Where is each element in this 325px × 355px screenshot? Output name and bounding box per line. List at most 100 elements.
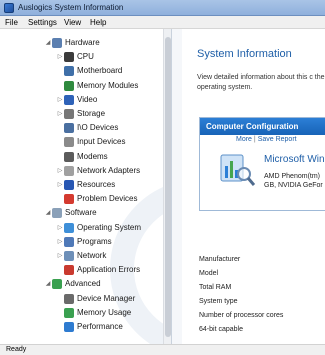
tree-item-operating-system[interactable]: ▷ Operating System (56, 221, 141, 235)
tree-item-label: Hardware (65, 38, 100, 47)
tree-item-label: Performance (77, 322, 123, 331)
main-panel: System Information View detailed informa… (171, 29, 325, 344)
page-title: System Information (197, 48, 292, 60)
title-bar: Auslogics System Information (0, 0, 325, 16)
property-label: Model (199, 270, 219, 277)
collapsed-arrow-icon[interactable]: ▷ (56, 107, 64, 121)
tree-item-label: Advanced (65, 279, 101, 289)
status-bar: Ready (0, 344, 325, 355)
tree-item-performance[interactable]: Performance (56, 320, 123, 334)
tree-item-advanced[interactable]: ◢ Advanced (44, 277, 101, 291)
tree-item-label: Problem Devices (77, 194, 138, 204)
io-devices-icon (64, 123, 74, 134)
tree-item-resources[interactable]: ▷ Resources (56, 178, 115, 192)
software-icon (52, 208, 62, 219)
expanded-arrow-icon[interactable]: ◢ (44, 36, 52, 50)
memory-usage-icon (64, 307, 74, 318)
collapsed-arrow-icon[interactable]: ▷ (56, 50, 64, 64)
cpu-icon (64, 52, 74, 63)
tree-item-label: Device Manager (77, 293, 136, 303)
save-report-link[interactable]: Save Report (258, 136, 297, 143)
tree-item-software[interactable]: ◢ Software (44, 206, 97, 220)
network-adapter-icon (64, 165, 74, 176)
card-header: Computer Configuration (200, 118, 325, 135)
collapsed-arrow-icon[interactable]: ▷ (56, 249, 64, 263)
property-label: Manufacturer (199, 256, 241, 263)
tree-item-label: Operating System (77, 222, 142, 232)
page-description: View detailed information about this c t… (197, 74, 325, 91)
system-icon (220, 154, 256, 186)
spec-line-1: AMD Phenom(tm) (264, 173, 321, 180)
tree-item-label: Network (77, 251, 107, 260)
tree-item-hardware[interactable]: ◢ Hardware (44, 36, 100, 50)
tree-item-label: I\O Devices (77, 123, 119, 133)
tree-item-problem-devices[interactable]: Problem Devices (56, 192, 137, 206)
tree-item-label: Memory Modules (77, 80, 139, 90)
tree-item-label: Video (77, 94, 98, 104)
collapsed-arrow-icon[interactable]: ▷ (56, 235, 64, 249)
tree-item-memory-usage[interactable]: Memory Usage (56, 306, 131, 320)
collapsed-arrow-icon[interactable]: ▷ (56, 93, 64, 107)
tree-item-application-errors[interactable]: Application Errors (56, 263, 140, 277)
tree-item-cpu[interactable]: ▷ CPU (56, 50, 94, 64)
tree-item-device-manager[interactable]: Device Manager (56, 292, 135, 306)
tree-item-i-o-devices[interactable]: I\O Devices (56, 121, 118, 135)
advanced-icon (52, 279, 62, 290)
menu-help[interactable]: Help (90, 18, 106, 27)
app-icon (4, 3, 14, 13)
performance-icon (64, 322, 74, 332)
window-title: Auslogics System Information (18, 3, 124, 12)
tree-item-programs[interactable]: ▷ Programs (56, 235, 112, 249)
tree-item-storage[interactable]: ▷ Storage (56, 107, 105, 121)
tree-item-label: Application Errors (77, 265, 141, 275)
device-manager-icon (64, 293, 74, 304)
tree-item-label: Memory Usage (77, 307, 132, 317)
tree-item-video[interactable]: ▷ Video (56, 93, 97, 107)
tree-item-label: Motherboard (77, 66, 123, 76)
content-edge (172, 29, 182, 344)
modem-icon (64, 151, 74, 162)
tree-item-label: Storage (77, 109, 106, 118)
tree-scrollbar[interactable] (163, 29, 171, 344)
problem-devices-icon (64, 194, 74, 205)
menu-file[interactable]: File (5, 18, 18, 27)
collapsed-arrow-icon[interactable]: ▷ (56, 221, 64, 235)
tree-item-network-adapters[interactable]: ▷ Network Adapters (56, 164, 140, 178)
tree-item-label: Programs (77, 236, 112, 246)
more-link[interactable]: More (236, 136, 252, 143)
computer-configuration-card: Computer Configuration Microsoft Win AMD… (199, 117, 325, 211)
memory-icon (64, 80, 74, 91)
tree-item-label: Input Devices (77, 137, 126, 147)
motherboard-icon (64, 66, 74, 77)
storage-icon (64, 109, 74, 119)
programs-icon (64, 236, 74, 247)
tree-item-input-devices[interactable]: Input Devices (56, 135, 125, 149)
property-label: System type (199, 298, 238, 305)
resources-icon (64, 180, 74, 190)
tree-item-memory-modules[interactable]: Memory Modules (56, 79, 138, 93)
tree-item-network[interactable]: ▷ Network (56, 249, 106, 263)
link-separator: | (253, 136, 256, 143)
network-icon (64, 251, 74, 261)
hardware-summary: AMD Phenom(tm) GB, NVIDIA GeFor (264, 172, 323, 190)
card-links: More | Save Report (236, 136, 297, 143)
expanded-arrow-icon[interactable]: ◢ (44, 277, 52, 291)
tree-item-motherboard[interactable]: Motherboard (56, 64, 122, 78)
menu-bar: File Settings View Help (0, 16, 325, 29)
collapsed-arrow-icon[interactable]: ▷ (56, 178, 64, 192)
menu-settings[interactable]: Settings (28, 18, 57, 27)
property-label: Number of processor cores (199, 312, 284, 319)
tree-item-label: Resources (77, 180, 116, 189)
tree-item-label: Modems (77, 151, 108, 161)
tree-item-label: Software (65, 208, 97, 218)
application-errors-icon (64, 265, 74, 276)
property-label: 64-bit capable (199, 326, 243, 333)
hardware-icon (52, 38, 62, 48)
property-label: Total RAM (199, 284, 232, 291)
tree-item-label: CPU (77, 52, 94, 62)
menu-view[interactable]: View (64, 18, 81, 27)
tree-item-modems[interactable]: Modems (56, 150, 108, 164)
collapsed-arrow-icon[interactable]: ▷ (56, 164, 64, 178)
navigation-tree: ◢ Hardware ▷ CPU Motherboard Memory Modules ▷ V… (0, 29, 171, 344)
expanded-arrow-icon[interactable]: ◢ (44, 206, 52, 220)
